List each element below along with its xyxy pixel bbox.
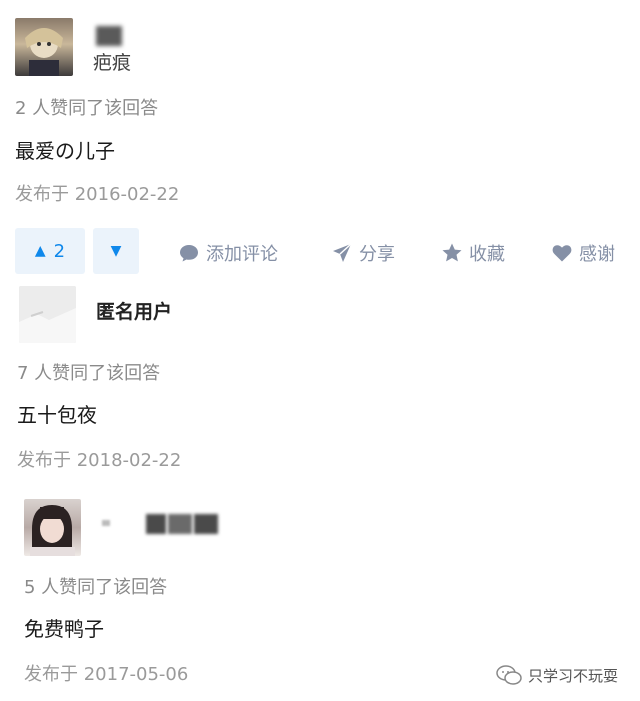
avatar-image — [30, 505, 75, 556]
heart-icon — [552, 245, 572, 262]
collect-button[interactable]: 收藏 — [441, 240, 505, 266]
publish-date[interactable]: 发布于 2018-02-22 — [17, 450, 181, 472]
redacted-username — [102, 514, 220, 534]
upvote-count-text: 5 人赞同了该回答 — [24, 577, 168, 598]
answer-content: 免费鸭子 — [24, 617, 104, 641]
downvote-button[interactable]: ▼ — [93, 228, 139, 274]
upvote-button[interactable]: ▲ 2 — [15, 228, 85, 274]
watermark-text: 只学习不玩耍 — [527, 666, 618, 685]
thanks-label: 感谢 — [579, 244, 615, 265]
publish-date[interactable]: 发布于 2016-02-22 — [15, 184, 179, 206]
share-icon — [333, 243, 352, 262]
comment-icon — [180, 245, 198, 262]
vote-count: 2 — [53, 240, 66, 262]
add-comment-button[interactable]: 添加评论 — [178, 240, 278, 266]
avatar[interactable] — [15, 18, 73, 76]
upvote-count-text: 2 人赞同了该回答 — [15, 98, 159, 119]
share-label: 分享 — [359, 244, 395, 265]
anonymous-avatar-image — [19, 286, 76, 343]
add-comment-label: 添加评论 — [206, 244, 278, 265]
publish-date[interactable]: 发布于 2017-05-06 — [24, 664, 188, 686]
answer-content: 最爱の儿子 — [15, 139, 115, 163]
answer-content: 五十包夜 — [17, 403, 97, 427]
avatar[interactable] — [19, 286, 76, 343]
star-icon — [442, 243, 462, 262]
triangle-down-icon: ▼ — [110, 243, 122, 259]
thanks-button[interactable]: 感谢 — [551, 240, 615, 266]
watermark: 只学习不玩耍 — [496, 664, 618, 686]
author-name[interactable]: 疤痕 — [93, 51, 131, 75]
share-button[interactable]: 分享 — [331, 240, 395, 266]
collect-label: 收藏 — [469, 244, 505, 265]
upvote-count-text: 7 人赞同了该回答 — [17, 363, 161, 384]
avatar[interactable] — [24, 499, 81, 556]
wechat-icon — [496, 665, 522, 685]
avatar-image — [25, 28, 63, 76]
redacted-username — [96, 26, 122, 46]
triangle-up-icon: ▲ — [34, 243, 46, 259]
author-name[interactable]: 匿名用户 — [96, 300, 172, 324]
